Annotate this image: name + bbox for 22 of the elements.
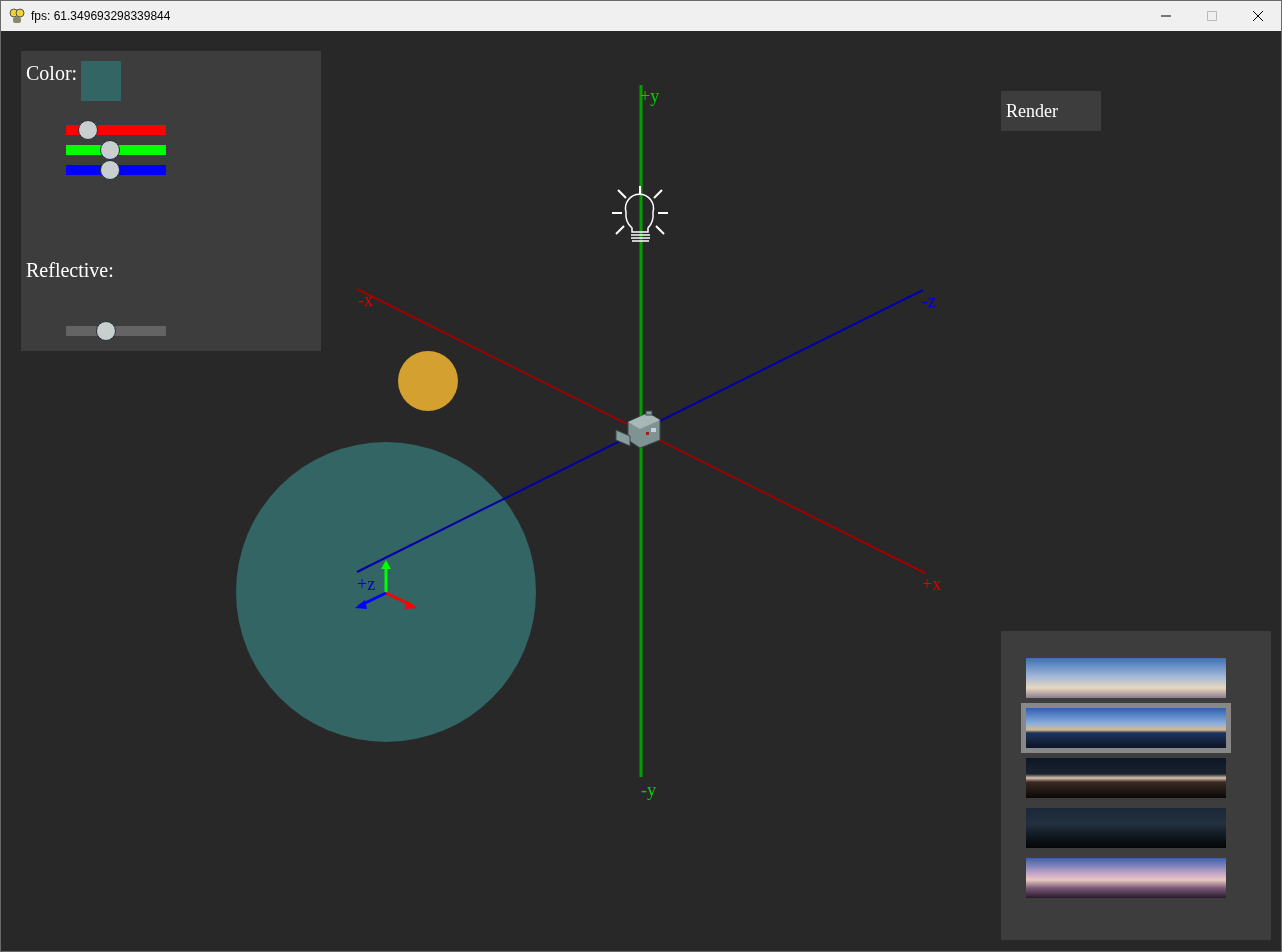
slider-thumb[interactable]	[78, 120, 98, 140]
render-button[interactable]: Render	[1001, 91, 1101, 131]
axis-label: -y	[641, 780, 656, 800]
axis-label: +z	[357, 574, 376, 594]
light-bulb-icon	[611, 185, 669, 242]
slider-thumb[interactable]	[96, 321, 116, 341]
color-swatch	[81, 61, 122, 101]
camera-icon	[615, 410, 661, 449]
close-icon	[1253, 11, 1263, 21]
axis-label: +x	[922, 574, 942, 594]
reflective-label: Reflective:	[26, 258, 115, 282]
axis-label: -z	[922, 291, 936, 311]
slider-thumb[interactable]	[100, 140, 120, 160]
axis-label: -x	[358, 290, 373, 310]
slider-thumb[interactable]	[100, 160, 120, 180]
app-icon	[9, 8, 25, 24]
skybox-thumbnail[interactable]	[1021, 703, 1231, 753]
light-sphere	[398, 351, 458, 411]
maximize-icon	[1207, 11, 1217, 21]
axes-gizmo-drawing	[355, 560, 417, 609]
window-title: fps: 61.349693298339844	[31, 8, 171, 25]
color-label: Color:	[26, 61, 78, 85]
